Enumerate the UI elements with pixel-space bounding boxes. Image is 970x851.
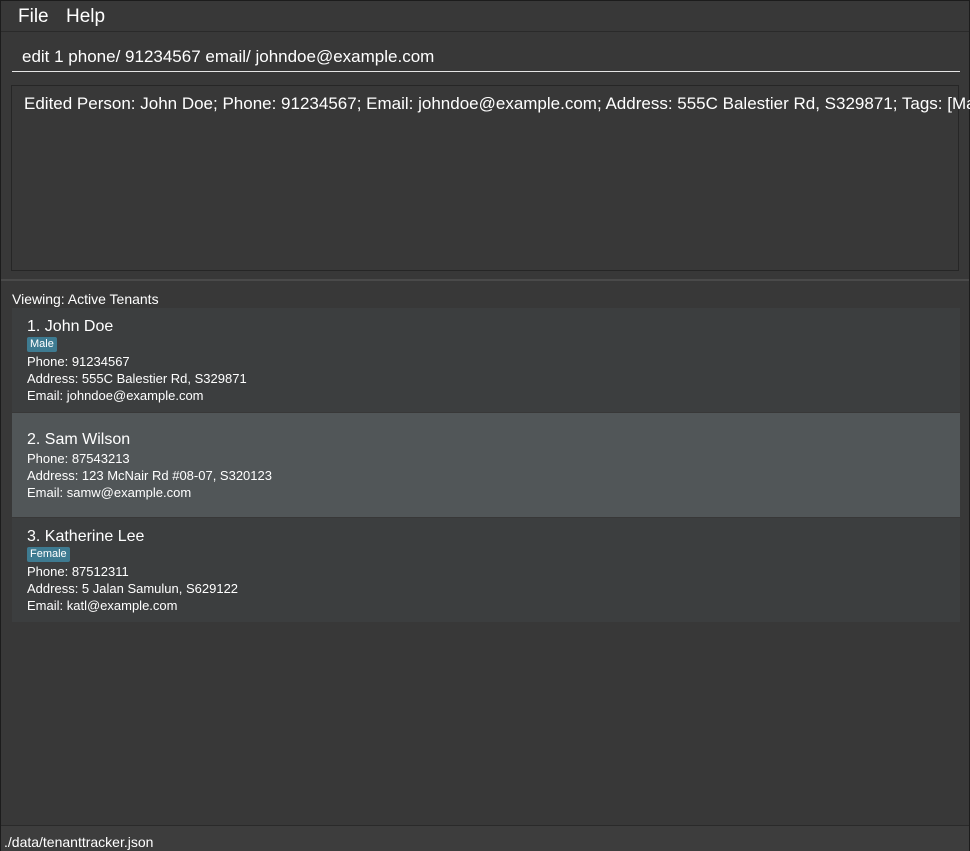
person-card-selected[interactable]: 2. Sam Wilson Phone: 87543213 Address: 1… — [12, 413, 960, 517]
tag-badge: Female — [27, 547, 70, 562]
person-address: Address: 5 Jalan Samulun, S629122 — [27, 581, 239, 596]
result-text: Edited Person: John Doe; Phone: 91234567… — [24, 94, 970, 113]
menu-help[interactable]: Help — [66, 6, 105, 28]
person-name: 2. Sam Wilson — [27, 431, 131, 448]
tag-badge: Male — [27, 337, 57, 352]
person-email: Email: katl@example.com — [27, 598, 178, 613]
person-email: Email: samw@example.com — [27, 485, 192, 500]
person-phone: Phone: 87543213 — [27, 451, 130, 466]
person-phone: Phone: 87512311 — [27, 564, 129, 579]
menu-file[interactable]: File — [18, 6, 49, 28]
save-file-path: ./data/tenanttracker.json — [4, 834, 154, 850]
person-address: Address: 555C Balestier Rd, S329871 — [27, 371, 247, 386]
person-card[interactable]: 1. John Doe Male Phone: 91234567 Address… — [12, 308, 960, 412]
person-email: Email: johndoe@example.com — [27, 388, 204, 403]
person-address: Address: 123 McNair Rd #08-07, S320123 — [27, 468, 272, 483]
result-display[interactable]: Edited Person: John Doe; Phone: 91234567… — [11, 85, 970, 271]
status-bar: ./data/tenanttracker.json — [1, 825, 969, 851]
app-window: File Help Edited Person: John Doe; Phone… — [0, 0, 970, 851]
command-box — [1, 32, 969, 77]
panel-divider[interactable] — [1, 279, 969, 281]
person-card[interactable]: 3. Katherine Lee Female Phone: 87512311 … — [12, 518, 960, 622]
person-name: 1. John Doe — [27, 318, 114, 335]
menu-bar: File Help — [1, 1, 969, 32]
command-input[interactable] — [12, 42, 960, 72]
list-title: Viewing: Active Tenants — [12, 291, 159, 307]
person-name: 3. Katherine Lee — [27, 528, 145, 545]
person-phone: Phone: 91234567 — [27, 354, 130, 369]
